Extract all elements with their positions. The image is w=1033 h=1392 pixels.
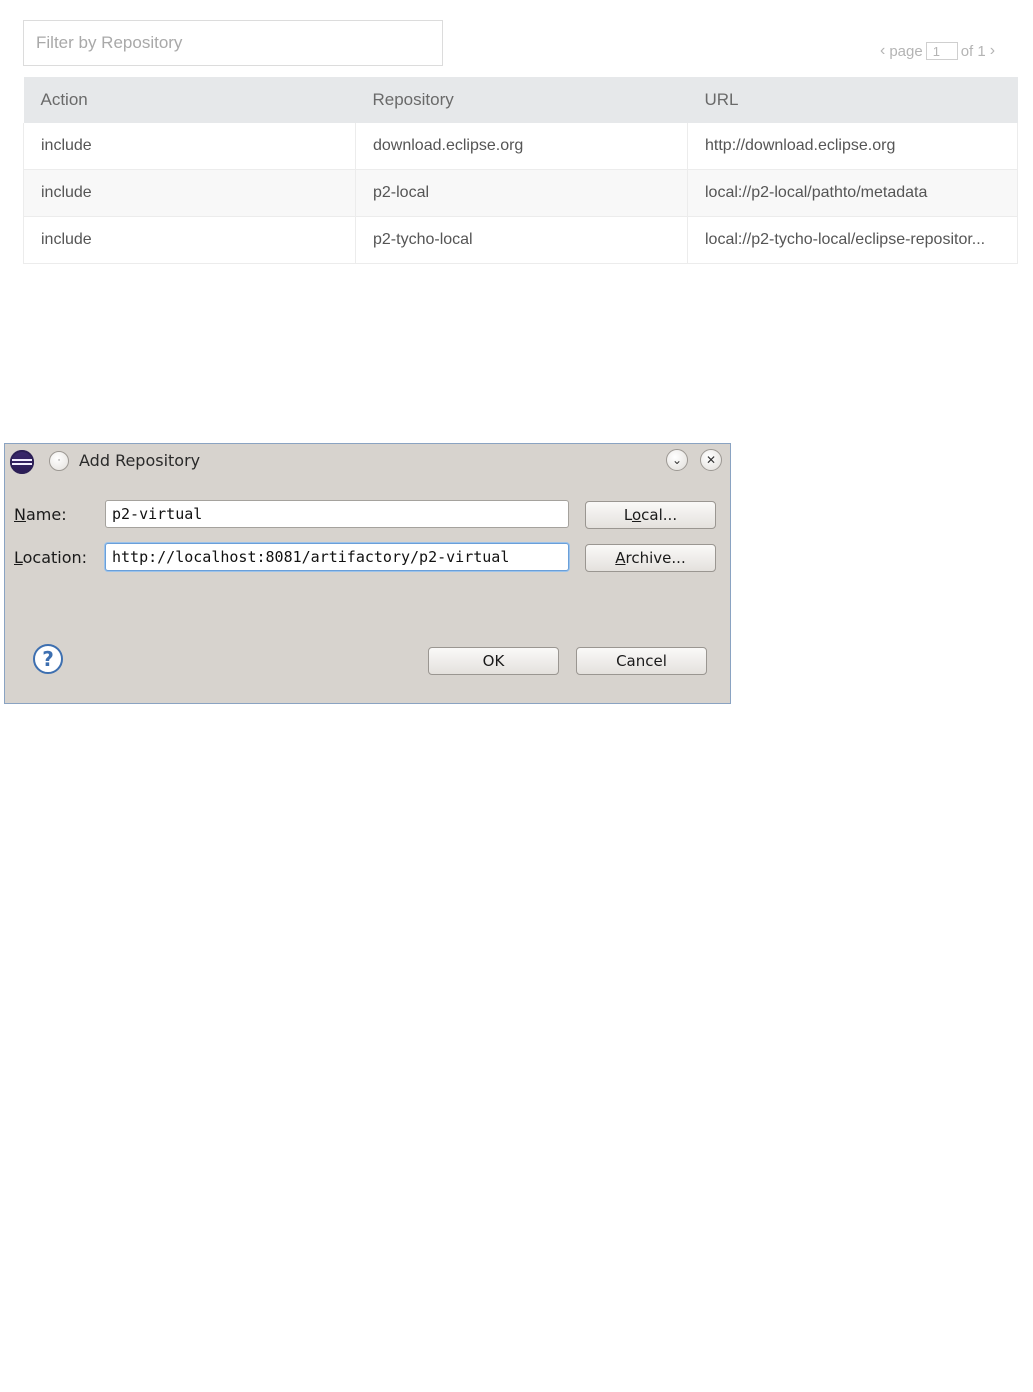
ok-button[interactable]: OK: [428, 647, 559, 675]
table-row[interactable]: include p2-local local://p2-local/pathto…: [23, 169, 1018, 217]
cell-action: include: [23, 123, 356, 170]
cell-url: local://p2-local/pathto/metadata: [687, 169, 1018, 217]
help-icon[interactable]: ?: [33, 644, 63, 674]
next-page-icon[interactable]: ›: [986, 42, 999, 60]
cell-repository: p2-local: [355, 169, 688, 217]
dialog-title: Add Repository: [79, 451, 201, 470]
local-button[interactable]: Local...: [585, 501, 716, 529]
location-label: Location:: [14, 548, 88, 567]
name-field[interactable]: [105, 500, 569, 528]
pagination: ‹ page of 1 ›: [876, 40, 999, 62]
table-row[interactable]: include p2-tycho-local local://p2-tycho-…: [23, 216, 1018, 264]
cell-url: http://download.eclipse.org: [687, 123, 1018, 170]
cancel-button[interactable]: Cancel: [576, 647, 707, 675]
page-number-input[interactable]: [925, 42, 958, 60]
cell-action: include: [23, 216, 356, 264]
prev-page-icon[interactable]: ‹: [876, 42, 889, 60]
location-field[interactable]: [105, 543, 569, 571]
minimize-icon[interactable]: ⌄: [666, 449, 688, 471]
name-label: Name:: [14, 505, 67, 524]
archive-button[interactable]: Archive...: [585, 544, 716, 572]
repositories-table: Action Repository URL include download.e…: [23, 77, 1018, 264]
close-icon[interactable]: ✕: [700, 449, 722, 471]
window-menu-icon[interactable]: ·: [49, 451, 69, 471]
table-header-row: Action Repository URL: [23, 77, 1018, 123]
cell-action: include: [23, 169, 356, 217]
add-repository-dialog: · Add Repository ⌄ ✕ Name: Local... Loca…: [4, 443, 731, 704]
cell-repository: p2-tycho-local: [355, 216, 688, 264]
column-header-repository[interactable]: Repository: [355, 77, 688, 123]
column-header-action[interactable]: Action: [23, 77, 356, 123]
eclipse-logo-icon: [10, 450, 34, 474]
page-total-label: of 1: [960, 42, 986, 60]
cell-repository: download.eclipse.org: [355, 123, 688, 170]
cell-url: local://p2-tycho-local/eclipse-repositor…: [687, 216, 1018, 264]
page-label: page: [889, 42, 923, 60]
table-row[interactable]: include download.eclipse.org http://down…: [23, 123, 1018, 170]
column-header-url[interactable]: URL: [687, 77, 1018, 123]
dialog-titlebar[interactable]: · Add Repository ⌄ ✕: [5, 444, 730, 478]
filter-by-repository-input[interactable]: [23, 20, 443, 66]
